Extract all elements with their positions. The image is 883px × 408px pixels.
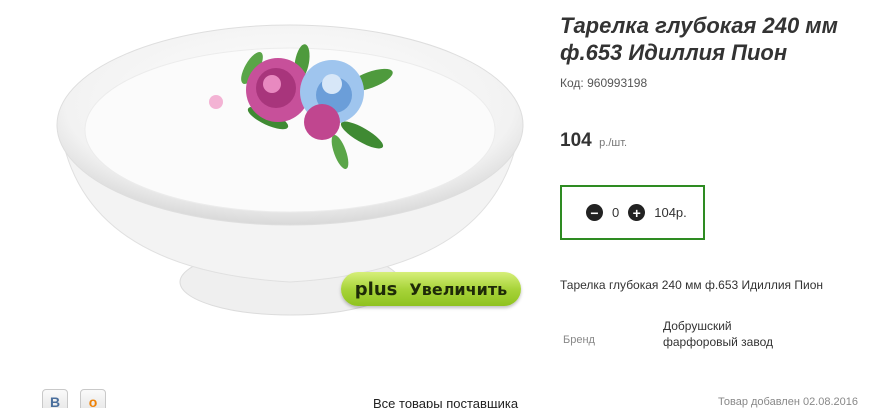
sku-value: 960993198 [587, 76, 648, 90]
plus-circle-icon[interactable]: + [628, 204, 646, 221]
quantity-selector: − 0 + 104р. [560, 185, 705, 240]
zoom-button[interactable]: plus Увеличить [341, 272, 521, 306]
brand-value: Добрушский фарфоровый завод [663, 319, 773, 349]
product-description: Тарелка глубокая 240 мм ф.653 Идиллия Пи… [560, 278, 824, 292]
sku-label: Код: [560, 76, 584, 90]
odnoklassniki-share-button[interactable]: о [80, 389, 106, 408]
product-title: Тарелка глубокая 240 мм ф.653 Идиллия Пи… [560, 13, 838, 65]
social-share: В о [42, 389, 106, 408]
odnoklassniki-icon: о [88, 394, 98, 408]
plus-icon: plus [354, 278, 398, 300]
quantity-value: 0 [612, 205, 620, 220]
product-price: 104 р./шт. [560, 130, 627, 152]
vk-icon: В [49, 394, 61, 408]
brand-label: Бренд [563, 334, 595, 346]
product-sku: Код: 960993198 [560, 76, 647, 90]
added-date: Товар добавлен 02.08.2016 [718, 396, 859, 408]
product-image-area: plus Увеличить [0, 0, 540, 375]
price-unit: р./шт. [599, 137, 628, 149]
price-amount: 104 [560, 130, 592, 151]
cart-total: 104р. [654, 205, 687, 220]
zoom-button-label: Увеличить [409, 279, 508, 299]
minus-circle-icon[interactable]: − [586, 204, 603, 221]
vk-share-button[interactable]: В [42, 389, 68, 408]
supplier-products-link[interactable]: Все товары поставщика [373, 396, 518, 408]
